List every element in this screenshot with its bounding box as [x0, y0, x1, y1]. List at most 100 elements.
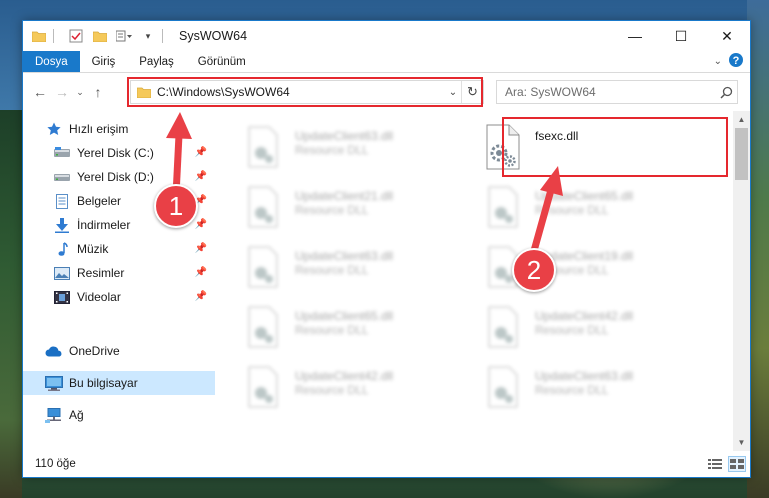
chevron-down-icon[interactable]: ⌄ — [445, 87, 461, 98]
nav-item-network[interactable]: Ağ — [23, 403, 215, 427]
file-name: UpdateClient63.dll — [295, 129, 394, 143]
search-box[interactable]: Ara: SysWOW64 — [496, 80, 738, 104]
scroll-up-arrow-icon[interactable]: ▲ — [733, 111, 750, 128]
file-type: Resource DLL — [295, 325, 369, 337]
nav-item-this-pc[interactable]: Bu bilgisayar — [23, 371, 215, 395]
dll-file-icon — [248, 246, 278, 288]
file-type: Resource DLL — [295, 385, 369, 397]
new-folder-icon[interactable] — [92, 28, 108, 44]
nav-item-local-disk-d[interactable]: Yerel Disk (D:) 📌 — [23, 165, 215, 189]
onedrive-icon — [45, 343, 63, 359]
step-2-badge: 2 — [512, 248, 556, 292]
file-item[interactable]: UpdateClient63.dll Resource DLL — [479, 363, 699, 421]
dll-file-icon — [488, 186, 518, 228]
nav-label: OneDrive — [69, 344, 120, 358]
tab-share[interactable]: Paylaş — [127, 51, 186, 72]
recent-locations-chevron-icon[interactable]: ⌄ — [73, 81, 87, 103]
tab-home[interactable]: Giriş — [80, 51, 128, 72]
window-controls: — ☐ ✕ — [612, 21, 750, 51]
nav-label: Yerel Disk (D:) — [77, 170, 154, 184]
file-item[interactable]: UpdateClient63.dll Resource DLL — [239, 243, 459, 301]
title-bar: ▾ SysWOW64 — ☐ ✕ — [23, 21, 750, 51]
svg-text:?: ? — [733, 55, 740, 67]
tab-file[interactable]: Dosya — [23, 51, 80, 72]
address-path[interactable]: C:\Windows\SysWOW64 — [157, 85, 445, 99]
address-bar[interactable]: C:\Windows\SysWOW64 ⌄ ↻ — [130, 80, 484, 104]
nav-item-onedrive[interactable]: OneDrive — [23, 339, 215, 363]
file-list: UpdateClient63.dll Resource DLL UpdateCli… — [219, 111, 733, 451]
nav-item-music[interactable]: Müzik 📌 — [23, 237, 215, 261]
forward-arrow-icon[interactable]: → — [51, 81, 73, 103]
scroll-down-arrow-icon[interactable]: ▼ — [733, 434, 750, 451]
nav-label: Yerel Disk (C:) — [77, 146, 154, 160]
folder-icon — [137, 87, 151, 98]
file-item[interactable]: UpdateClient63.dll Resource DLL — [239, 123, 459, 181]
file-item[interactable]: UpdateClient42.dll Resource DLL — [479, 303, 699, 361]
file-item[interactable]: UpdateClient42.dll Resource DLL — [239, 363, 459, 421]
back-arrow-icon[interactable]: ← — [29, 81, 51, 103]
pin-icon[interactable]: 📌 — [195, 267, 207, 278]
nav-item-local-disk-c[interactable]: Yerel Disk (C:) 📌 — [23, 141, 215, 165]
dll-file-icon — [486, 124, 520, 170]
file-name: UpdateClient21.dll — [295, 189, 394, 203]
pin-icon[interactable]: 📌 — [195, 147, 207, 158]
chevron-down-icon[interactable]: ⌄ — [714, 56, 722, 67]
file-type: Resource DLL — [535, 205, 609, 217]
file-item[interactable]: UpdateClient65.dll Resource DLL — [479, 183, 699, 241]
maximize-button[interactable]: ☐ — [658, 21, 704, 51]
tiles-view-icon[interactable] — [728, 456, 746, 472]
pin-icon[interactable]: 📌 — [195, 219, 207, 230]
close-button[interactable]: ✕ — [704, 21, 750, 51]
download-icon — [53, 217, 71, 233]
minimize-button[interactable]: — — [612, 21, 658, 51]
scroll-thumb[interactable] — [735, 128, 748, 180]
tab-view[interactable]: Görünüm — [186, 51, 258, 72]
dll-file-icon — [248, 186, 278, 228]
nav-label: Hızlı erişim — [69, 122, 129, 136]
file-name: fsexc.dll — [535, 129, 579, 143]
divider — [162, 29, 163, 43]
view-toggle — [706, 456, 746, 472]
folder-icon — [31, 28, 47, 44]
nav-item-videos[interactable]: Videolar 📌 — [23, 285, 215, 309]
file-item[interactable]: UpdateClient65.dll Resource DLL — [239, 303, 459, 361]
background-palm-left — [0, 110, 22, 498]
dll-file-icon — [488, 306, 518, 348]
file-item[interactable]: UpdateClient21.dll Resource DLL — [239, 183, 459, 241]
nav-label: İndirmeler — [77, 218, 131, 232]
nav-label: Belgeler — [77, 194, 122, 208]
nav-item-pictures[interactable]: Resimler 📌 — [23, 261, 215, 285]
drive-icon — [53, 145, 71, 161]
documents-icon — [53, 193, 71, 209]
item-count: 110 öğe — [35, 458, 76, 470]
refresh-icon[interactable]: ↻ — [461, 81, 483, 103]
file-type: Resource DLL — [295, 205, 369, 217]
search-input[interactable]: Ara: SysWOW64 — [505, 85, 715, 99]
search-icon[interactable] — [715, 86, 737, 99]
file-type: Resource DLL — [535, 325, 609, 337]
star-icon — [45, 121, 63, 137]
pin-icon[interactable]: 📌 — [195, 291, 207, 302]
file-explorer-window: ▾ SysWOW64 — ☐ ✕ Dosya Giriş Paylaş Görü… — [22, 20, 751, 478]
details-view-icon[interactable] — [706, 456, 724, 472]
customize-toolbar-icon[interactable] — [116, 28, 132, 44]
file-type: Resource DLL — [295, 265, 369, 277]
pin-icon[interactable]: 📌 — [195, 171, 207, 182]
nav-label: Resimler — [77, 266, 125, 280]
ribbon-tabs: Dosya Giriş Paylaş Görünüm ⌄ ? — [23, 51, 750, 73]
file-name: UpdateClient42.dll — [295, 369, 394, 383]
file-name: UpdateClient42.dll — [535, 309, 634, 323]
properties-icon[interactable] — [68, 28, 84, 44]
file-item-fsexc-dll[interactable]: fsexc.dll — [479, 123, 699, 181]
pin-icon[interactable]: 📌 — [195, 243, 207, 254]
vertical-scrollbar[interactable]: ▲ ▼ — [733, 111, 750, 451]
nav-quick-access[interactable]: Hızlı erişim — [23, 117, 215, 141]
file-name: UpdateClient65.dll — [295, 309, 394, 323]
music-icon — [53, 241, 71, 257]
up-arrow-icon[interactable]: ↑ — [87, 81, 109, 103]
help-icon[interactable]: ? — [728, 52, 744, 71]
nav-label: Bu bilgisayar — [69, 376, 138, 390]
chevron-down-icon[interactable]: ▾ — [140, 28, 156, 44]
nav-label: Videolar — [77, 290, 121, 304]
divider — [53, 29, 54, 43]
